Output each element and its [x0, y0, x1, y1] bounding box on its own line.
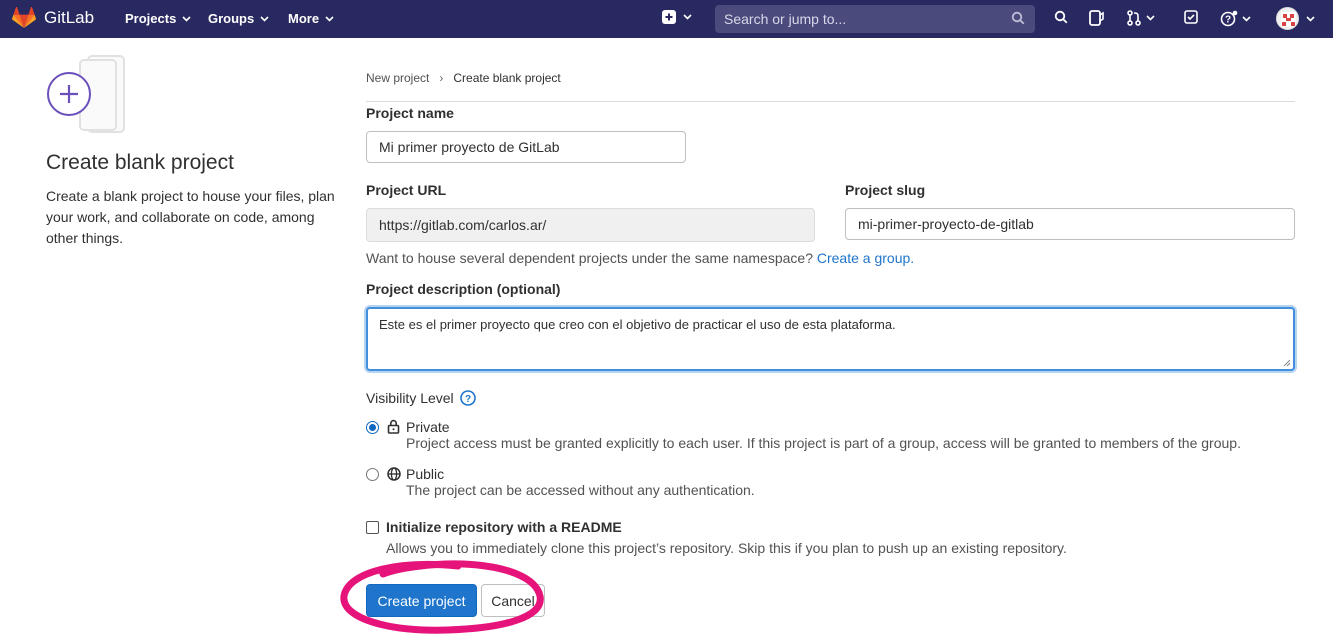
- top-navbar: GitLab Projects Groups More Search or ju…: [0, 0, 1333, 38]
- issues-button[interactable]: [1089, 10, 1104, 26]
- nav-groups-label: Groups: [208, 11, 255, 26]
- issues-icon: [1089, 10, 1104, 26]
- user-avatar-icon: [1281, 12, 1296, 27]
- globe-icon: [387, 467, 401, 481]
- search-input[interactable]: Search or jump to...: [715, 5, 1035, 33]
- help-icon: ?: [1220, 10, 1238, 27]
- project-description-textarea[interactable]: Este es el primer proyecto que creo con …: [366, 307, 1295, 371]
- visibility-public-title: Public: [406, 466, 445, 482]
- visibility-level-header: Visibility Level ?: [366, 390, 476, 406]
- breadcrumb-current: Create blank project: [453, 71, 561, 85]
- breadcrumb-new-project[interactable]: New project: [366, 71, 429, 85]
- chevron-down-icon: [683, 14, 692, 20]
- question-circle-icon[interactable]: ?: [459, 390, 476, 406]
- breadcrumb: New project › Create blank project: [366, 71, 561, 85]
- nav-more-label: More: [288, 11, 320, 26]
- chevron-down-icon: [1146, 15, 1155, 21]
- merge-request-icon: [1127, 10, 1141, 26]
- project-url-label: Project URL: [366, 182, 447, 198]
- page-title: Create blank project: [46, 151, 234, 174]
- project-name-label: Project name: [366, 105, 454, 121]
- create-project-button[interactable]: Create project: [366, 584, 477, 617]
- breadcrumb-divider: [366, 101, 1295, 102]
- nav-projects-label: Projects: [125, 11, 177, 26]
- project-slug-label: Project slug: [845, 182, 926, 198]
- visibility-level-label: Visibility Level: [366, 390, 454, 406]
- project-name-value: Mi primer proyecto de GitLab: [379, 139, 560, 155]
- chevron-down-icon: [260, 15, 269, 22]
- project-url-field: https://gitlab.com/carlos.ar/: [366, 208, 815, 242]
- chevron-right-icon: ›: [439, 71, 444, 85]
- todo-check-icon: [1184, 10, 1198, 24]
- lock-icon: [387, 419, 400, 434]
- new-dropdown-button[interactable]: [662, 10, 692, 24]
- svg-text:?: ?: [1225, 15, 1231, 26]
- project-url-value: https://gitlab.com/carlos.ar/: [379, 217, 547, 233]
- gitlab-tanuki-icon: [12, 7, 36, 28]
- nav-projects[interactable]: Projects: [125, 11, 191, 26]
- search-placeholder: Search or jump to...: [724, 11, 847, 27]
- create-group-link[interactable]: Create a group.: [817, 250, 914, 266]
- nav-groups[interactable]: Groups: [208, 11, 269, 26]
- description-label: Project description (optional): [366, 281, 561, 297]
- namespace-help-text: Want to house several dependent projects…: [366, 250, 914, 266]
- avatar[interactable]: [1276, 7, 1299, 30]
- brand-name: GitLab: [44, 8, 95, 27]
- visibility-private-desc: Project access must be granted explicitl…: [406, 435, 1241, 451]
- readme-checkbox[interactable]: [366, 521, 379, 534]
- namespace-help-label: Want to house several dependent projects…: [366, 250, 813, 266]
- chevron-down-icon: [325, 15, 334, 22]
- chevron-down-icon: [182, 15, 191, 22]
- readme-desc: Allows you to immediately clone this pro…: [386, 540, 1067, 556]
- svg-text:?: ?: [465, 394, 471, 405]
- search-icon: [1054, 10, 1068, 24]
- todos-button[interactable]: [1184, 10, 1198, 24]
- project-slug-input[interactable]: mi-primer-proyecto-de-gitlab: [845, 208, 1295, 240]
- blank-project-illustration: [46, 54, 130, 137]
- search-icon: [1011, 11, 1025, 25]
- nav-more[interactable]: More: [288, 11, 334, 26]
- readme-label: Initialize repository with a README: [386, 519, 622, 535]
- chevron-down-icon: [1306, 16, 1315, 22]
- project-description-value: Este es el primer proyecto que creo con …: [379, 317, 896, 332]
- visibility-public-radio[interactable]: [366, 468, 379, 481]
- cancel-button[interactable]: Cancel: [481, 584, 545, 617]
- project-name-input[interactable]: Mi primer proyecto de GitLab: [366, 131, 686, 163]
- project-slug-value: mi-primer-proyecto-de-gitlab: [858, 216, 1034, 232]
- plus-square-icon: [662, 10, 676, 24]
- gitlab-logo[interactable]: GitLab: [12, 7, 94, 29]
- resize-handle-icon[interactable]: [1283, 359, 1291, 367]
- visibility-private-radio[interactable]: [366, 421, 379, 434]
- visibility-public-desc: The project can be accessed without any …: [406, 482, 755, 498]
- merge-requests-button[interactable]: [1127, 10, 1155, 26]
- chevron-down-icon: [1242, 16, 1251, 22]
- visibility-private-title: Private: [406, 419, 450, 435]
- search-button[interactable]: [1054, 10, 1068, 24]
- page-description: Create a blank project to house your fil…: [46, 188, 335, 246]
- help-button[interactable]: ?: [1220, 10, 1251, 28]
